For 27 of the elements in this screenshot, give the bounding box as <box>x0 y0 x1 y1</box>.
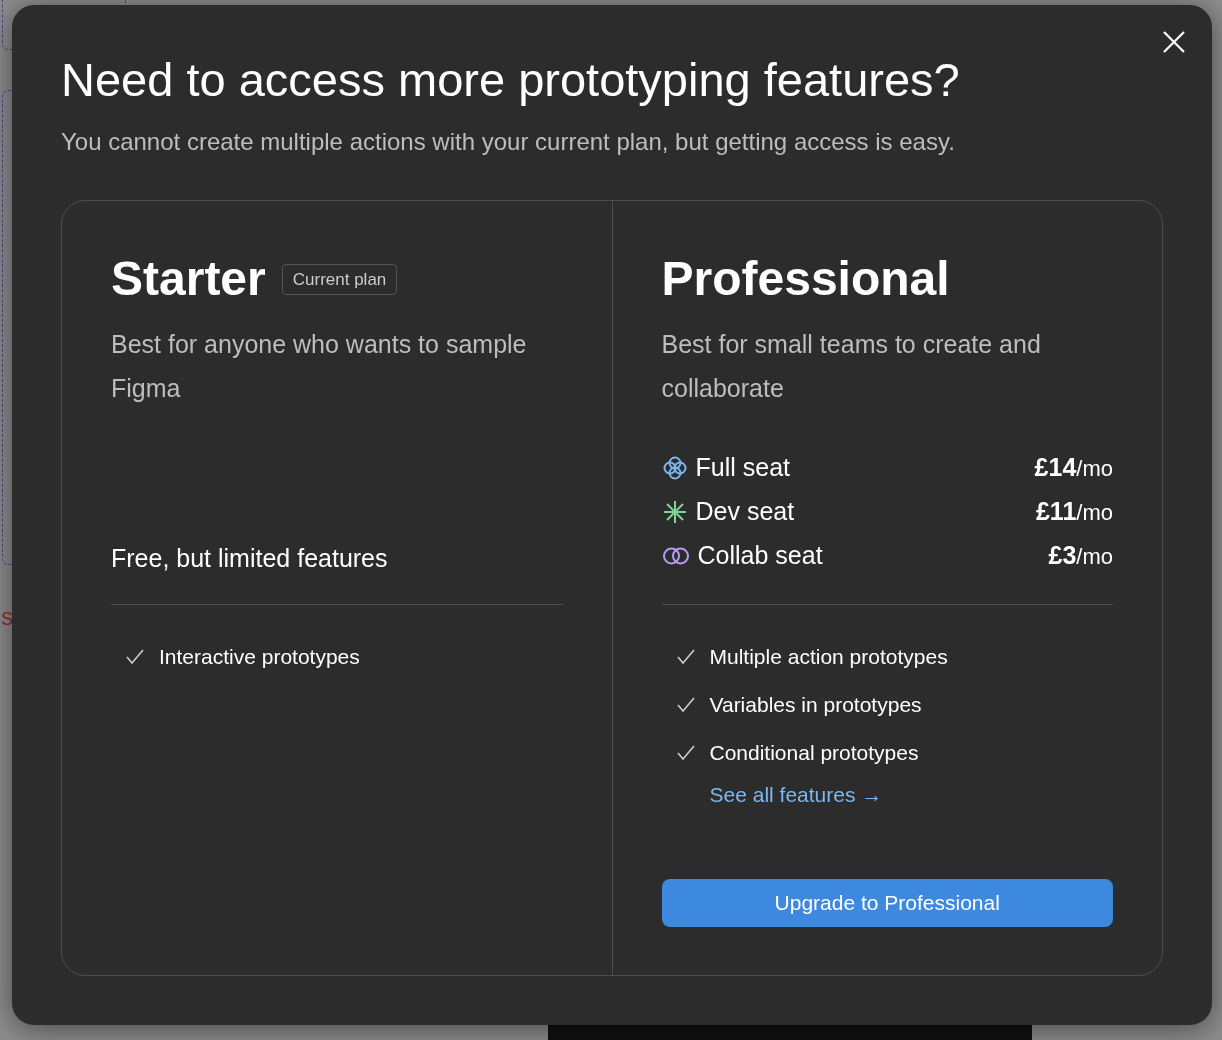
seat-name: Collab seat <box>697 540 823 572</box>
close-icon <box>1162 29 1186 54</box>
canvas-label: S <box>1 608 13 631</box>
plan-name: Starter <box>111 253 266 306</box>
feature-text: Multiple action prototypes <box>709 644 948 671</box>
plan-description: Best for anyone who wants to sample Figma <box>111 328 528 404</box>
check-icon <box>125 647 145 666</box>
plan-description: Best for small teams to create and collaborate <box>661 328 1042 404</box>
seat-price: £14/mo <box>1034 452 1113 484</box>
seat-name: Dev seat <box>695 496 795 528</box>
check-icon <box>675 695 696 714</box>
price-note: Free, but limited features <box>111 543 389 575</box>
seat-name: Full seat <box>695 452 790 484</box>
seat-price: £11/mo <box>1035 496 1113 528</box>
feature-text: Conditional prototypes <box>709 740 919 767</box>
close-button[interactable] <box>1162 29 1186 53</box>
plan-name: Professional <box>661 253 950 306</box>
dialog-subtitle: You cannot create multiple actions with your current plan, but getting access is easy. <box>61 127 956 158</box>
seat-price: £3/mo <box>1048 540 1113 572</box>
check-icon <box>675 647 696 666</box>
see-all-features-link[interactable]: See all features → <box>709 778 1113 811</box>
check-icon <box>675 743 696 762</box>
feature-text: Interactive prototypes <box>159 644 360 671</box>
upgrade-button[interactable]: Upgrade to Professional <box>661 879 1113 928</box>
dialog-title: Need to access more prototyping features? <box>61 52 961 108</box>
current-plan-badge: Current plan <box>281 263 398 296</box>
feature-text: Variables in prototypes <box>709 692 922 719</box>
